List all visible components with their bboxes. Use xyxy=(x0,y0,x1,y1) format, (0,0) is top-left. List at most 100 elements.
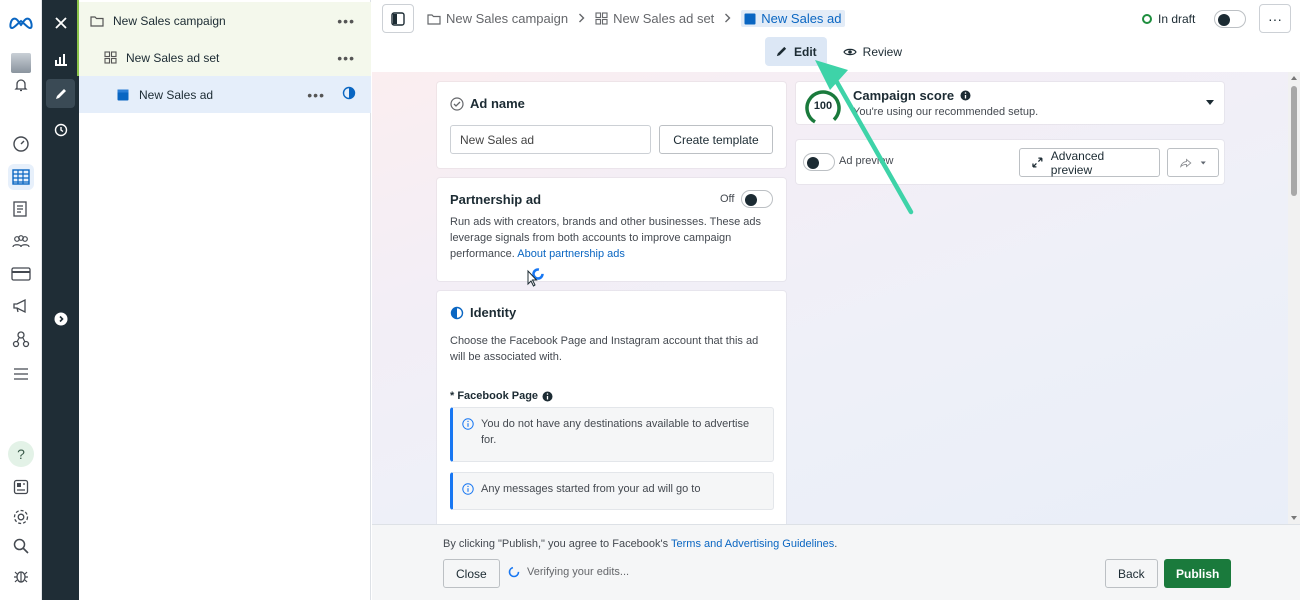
mode-tabs: Edit Review xyxy=(765,37,912,66)
loading-spinner-icon xyxy=(527,268,544,287)
expand-chevron-icon[interactable] xyxy=(46,304,75,333)
events-manager-icon[interactable] xyxy=(8,326,34,352)
toggle-panel-button[interactable] xyxy=(382,4,414,33)
news-icon[interactable] xyxy=(8,474,34,500)
partnership-description: Run ads with creators, brands and other … xyxy=(450,214,775,262)
editor-tool-strip xyxy=(42,0,79,600)
legal-prefix: By clicking "Publish," you agree to Face… xyxy=(443,538,671,550)
close-icon[interactable] xyxy=(46,8,75,37)
bug-report-icon[interactable] xyxy=(8,563,34,589)
ads-manager-table-icon[interactable] xyxy=(8,164,34,190)
breadcrumb-campaign[interactable]: New Sales campaign xyxy=(427,11,568,26)
search-icon[interactable] xyxy=(8,533,34,559)
tab-edit-label: Edit xyxy=(794,44,817,59)
info-icon xyxy=(960,90,971,101)
info-icon xyxy=(542,391,553,401)
verifying-status: Verifying your edits... xyxy=(508,566,629,578)
score-title: Campaign score xyxy=(853,88,971,103)
campaign-score-card[interactable]: 100 Campaign score You're using our reco… xyxy=(796,82,1224,126)
facebook-page-label: * Facebook Page xyxy=(450,390,553,402)
identity-title: Identity xyxy=(470,305,517,320)
help-icon[interactable]: ? xyxy=(8,441,34,467)
campaign-on-off-toggle[interactable] xyxy=(1214,10,1246,28)
history-clock-icon[interactable] xyxy=(46,115,75,144)
ad-preview-card: Ad preview Advanced preview xyxy=(796,140,1224,184)
close-button[interactable]: Close xyxy=(443,559,500,588)
bar-chart-icon[interactable] xyxy=(46,44,75,73)
folder-icon xyxy=(427,13,441,25)
publish-button[interactable]: Publish xyxy=(1164,559,1232,588)
editor-top-bar: New Sales campaign New Sales ad set New … xyxy=(372,0,1300,38)
advanced-preview-button[interactable]: Advanced preview xyxy=(1019,148,1160,177)
identity-description: Choose the Facebook Page and Instagram a… xyxy=(450,335,759,363)
about-partnership-ads-link[interactable]: About partnership ads xyxy=(517,248,625,260)
breadcrumb-adset[interactable]: New Sales ad set xyxy=(595,11,714,26)
publish-legal-notice: By clicking "Publish," you agree to Face… xyxy=(443,538,837,550)
no-destinations-notice: You do not have any destinations availab… xyxy=(450,407,774,462)
more-options-button[interactable]: ··· xyxy=(1259,4,1291,33)
breadcrumb-adset-label: New Sales ad set xyxy=(613,11,715,26)
canvas-scrollbar[interactable] xyxy=(1288,72,1300,524)
billing-card-icon[interactable] xyxy=(8,261,34,287)
partnership-ad-card: Partnership ad Off Run ads with creators… xyxy=(437,178,786,281)
dashboard-icon[interactable] xyxy=(8,131,34,157)
menu-icon[interactable] xyxy=(8,361,34,387)
partnership-toggle[interactable] xyxy=(741,190,773,208)
back-button[interactable]: Back xyxy=(1105,559,1158,588)
ad-preview-label: Ad preview xyxy=(839,155,894,167)
folder-icon xyxy=(89,13,105,29)
caret-down-icon xyxy=(1206,100,1214,105)
global-nav-rail: ? xyxy=(0,0,42,600)
facebook-page-label-text: * Facebook Page xyxy=(450,390,539,402)
meta-logo-icon[interactable] xyxy=(8,10,34,36)
score-value: 100 xyxy=(813,100,833,112)
caret-down-icon xyxy=(1200,161,1206,164)
settings-gear-icon[interactable] xyxy=(8,504,34,530)
create-template-button[interactable]: Create template xyxy=(659,125,773,154)
tab-review-label: Review xyxy=(862,44,903,59)
breadcrumb-ad[interactable]: New Sales ad xyxy=(741,10,845,27)
share-preview-button[interactable] xyxy=(1167,148,1219,177)
chevron-right-icon xyxy=(578,11,585,26)
terms-link[interactable]: Terms and Advertising Guidelines xyxy=(671,538,834,550)
pencil-edit-icon[interactable] xyxy=(46,79,75,108)
tab-edit[interactable]: Edit xyxy=(765,37,827,66)
half-circle-status-icon xyxy=(342,86,356,103)
bell-icon[interactable] xyxy=(8,72,34,98)
tree-adset-label: New Sales ad set xyxy=(126,50,220,65)
breadcrumb: New Sales campaign New Sales ad set New … xyxy=(427,10,845,27)
status-badge: In draft xyxy=(1142,12,1195,26)
megaphone-icon[interactable] xyxy=(8,293,34,319)
ad-name-title: Ad name xyxy=(470,96,525,111)
legal-suffix: . xyxy=(834,538,838,550)
ad-more-icon[interactable]: ••• xyxy=(307,87,325,103)
no-destinations-text: You do not have any destinations availab… xyxy=(481,418,750,446)
campaign-more-icon[interactable]: ••• xyxy=(337,13,355,29)
tree-ad-label: New Sales ad xyxy=(139,87,214,102)
adset-more-icon[interactable]: ••• xyxy=(337,50,355,66)
verifying-text: Verifying your edits... xyxy=(527,566,630,578)
eye-icon xyxy=(842,48,857,55)
ad-preview-toggle[interactable] xyxy=(803,153,835,171)
identity-heading: Identity xyxy=(450,305,516,320)
partnership-heading: Partnership ad xyxy=(450,192,542,207)
messages-notice-text: Any messages started from your ad will g… xyxy=(481,483,701,495)
breadcrumb-campaign-label: New Sales campaign xyxy=(446,11,569,26)
chevron-right-icon xyxy=(724,11,731,26)
tree-item-ad[interactable]: New Sales ad ••• xyxy=(79,76,371,113)
audiences-icon[interactable] xyxy=(8,228,34,254)
advanced-preview-label: Advanced preview xyxy=(1050,148,1105,177)
tree-item-adset[interactable]: New Sales ad set ••• xyxy=(79,39,371,76)
ad-name-card: Ad name New Sales ad Create template xyxy=(437,82,786,168)
ad-name-input[interactable]: New Sales ad xyxy=(450,125,651,154)
editor-canvas: Ad name New Sales ad Create template Par… xyxy=(372,72,1288,524)
breadcrumb-ad-label: New Sales ad xyxy=(761,11,842,26)
tree-item-campaign[interactable]: New Sales campaign ••• xyxy=(79,2,371,39)
pencil-icon xyxy=(776,46,787,57)
spinner-icon xyxy=(508,566,520,578)
score-title-text: Campaign score xyxy=(853,88,955,103)
tab-review[interactable]: Review xyxy=(833,37,912,66)
campaign-tree-panel: New Sales campaign ••• New Sales ad set … xyxy=(79,0,371,600)
ad-name-heading: Ad name xyxy=(450,96,525,111)
pages-icon[interactable] xyxy=(8,196,34,222)
